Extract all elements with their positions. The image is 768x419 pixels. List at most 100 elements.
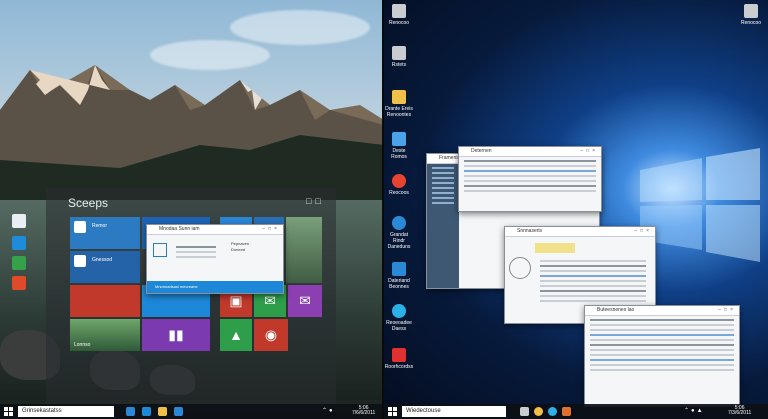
chrome-icon[interactable]: [534, 407, 543, 416]
desktop-icon-store[interactable]: Dateriand Beonnes: [384, 262, 414, 290]
tile-gnessod[interactable]: Gnessod: [70, 251, 140, 283]
taskbar: Wiedectouse ⌃●▲ 5:06 7/3/6/2011: [384, 404, 768, 419]
recycle-bin-icon: [392, 4, 406, 18]
popup-line: Doneed: [231, 247, 246, 252]
desktop-icon[interactable]: [4, 256, 34, 272]
window-title: Deternen: [471, 148, 492, 154]
tile-title: Gnessod: [92, 257, 113, 263]
window-controls[interactable]: –□×: [718, 306, 736, 315]
icon-label: Rstets: [391, 62, 407, 68]
desktop-icon-computer[interactable]: Deste Romos: [384, 132, 414, 160]
detail-window[interactable]: Buteesnenes lao –□×: [584, 305, 740, 407]
app-icon[interactable]: [562, 407, 571, 416]
tray-icons[interactable]: ⌃●: [322, 407, 335, 414]
window-titlebar[interactable]: Deternen –□×: [459, 147, 601, 157]
desktop-icon[interactable]: [4, 236, 34, 252]
chrome-icon: [392, 174, 406, 188]
start-menu-title: Sceeps: [68, 196, 109, 210]
tile-purple[interactable]: ▮▮: [142, 319, 210, 351]
desktop-icon[interactable]: [4, 214, 34, 230]
window-titlebar[interactable]: Snnnaseris –□×: [505, 227, 655, 237]
tray-icons[interactable]: ⌃●▲: [684, 407, 705, 414]
window-title: Buteesnenes lao: [597, 307, 635, 313]
highlight-cell: [535, 243, 575, 253]
tile-people[interactable]: ◉: [254, 319, 288, 351]
icon-label: Deste Romos: [391, 148, 407, 160]
window-controls[interactable]: –□×: [262, 225, 280, 234]
window-titlebar[interactable]: Buteesnenes lao –□×: [585, 306, 739, 316]
desktop-icon-folder[interactable]: Drante Ereis Renoontes: [384, 90, 414, 118]
window-titlebar[interactable]: Mnodaa Sunn iam –□×: [147, 225, 283, 235]
news-icon: ▮▮: [168, 326, 184, 343]
popup-footer[interactable]: Mnonnadsasl mecreane: [147, 281, 283, 293]
icon-label: Dateriand Beonnes: [388, 278, 410, 290]
tile-photo[interactable]: [286, 217, 322, 283]
start-button[interactable]: [4, 407, 13, 416]
desktop-icon-app[interactable]: Roorhcordss: [384, 348, 414, 370]
folder-icon: [392, 90, 406, 104]
table-window[interactable]: Deternen –□×: [458, 146, 602, 212]
edge-icon[interactable]: [548, 407, 557, 416]
photo-icon: [74, 255, 86, 267]
app-icon: [392, 348, 406, 362]
desktop-icon-edge[interactable]: Grandat Rindr Daneduns: [384, 216, 414, 250]
store-icon: ▣: [229, 292, 243, 309]
edge-icon[interactable]: [142, 407, 151, 416]
clock[interactable]: 5:06 7/3/6/2011: [728, 406, 751, 416]
app-icon: ▲: [229, 327, 243, 343]
clock[interactable]: 5:06 7/6/6/2011: [352, 406, 375, 416]
icon-label: Reoeoadee Daess: [386, 320, 412, 332]
tile-message[interactable]: ✉: [288, 285, 322, 317]
window-controls[interactable]: –□×: [580, 147, 598, 156]
date: 7/3/6/2011: [728, 410, 752, 416]
search-box[interactable]: Wiedectouse: [402, 406, 506, 417]
app-icon: [74, 221, 86, 233]
tile-title: Remor: [92, 223, 108, 229]
edge-icon: [392, 304, 406, 318]
desktop-icon-rstets[interactable]: Rstets: [384, 46, 414, 68]
tile-green[interactable]: ▲: [220, 319, 252, 351]
icon-label: Reocoos: [389, 190, 409, 196]
left-desktop: Sceeps □□ Remor Gnessod Lonnso ▣ ✉ ✉ ▮▮ …: [0, 0, 384, 419]
computer-icon: [392, 132, 406, 146]
desktop-icon-browser[interactable]: Reoeoadee Daess: [384, 304, 414, 332]
icon-label: Grandat Rindr Daneduns: [387, 232, 411, 250]
start-button[interactable]: [388, 407, 397, 416]
window-controls[interactable]: –□×: [634, 227, 652, 236]
right-desktop: Renocoo Rstets Drante Ereis Renoontes De…: [384, 0, 768, 419]
start-menu-controls[interactable]: □□: [306, 196, 325, 206]
tile-remor[interactable]: Remor: [70, 217, 140, 249]
message-icon: ✉: [299, 292, 311, 309]
date: 7/6/6/2011: [352, 410, 376, 416]
store-icon: [392, 262, 406, 276]
popup-window[interactable]: Mnodaa Sunn iam –□× Pepnacen Doneed Mnon…: [146, 224, 284, 294]
desktop-icon-chrome[interactable]: Reocoos: [384, 174, 414, 196]
desktop-icon-renocoo[interactable]: Renocoo: [384, 4, 414, 26]
taskbar: Grinsekastatss ⌃● 5:06 7/6/6/2011: [0, 404, 382, 419]
store-icon[interactable]: [174, 407, 183, 416]
shield-icon: [12, 256, 26, 270]
recycle-bin-icon: [744, 4, 758, 18]
window-title: Snnnaseris: [517, 228, 543, 234]
tile-red[interactable]: [70, 285, 140, 317]
people-icon: ◉: [264, 326, 278, 343]
cloud: [230, 10, 370, 45]
task-view-icon[interactable]: [126, 407, 135, 416]
window-title: Mnodaa Sunn iam: [159, 226, 200, 232]
tile-landscape[interactable]: Lonnso: [70, 319, 140, 351]
desktop-icon-top-right[interactable]: Renocoo: [736, 4, 766, 26]
desktop-icon[interactable]: [4, 276, 34, 292]
task-view-icon[interactable]: [520, 407, 529, 416]
recycle-bin-icon: [392, 46, 406, 60]
search-box[interactable]: Grinsekastatss: [18, 406, 114, 417]
sidebar[interactable]: [427, 164, 459, 288]
icon-label: Roorhcordss: [384, 364, 414, 370]
chart-icon: [509, 257, 531, 279]
icon-label: Renocoo: [740, 20, 761, 26]
window-icon: [12, 236, 26, 250]
icon-label: Renocoo: [388, 20, 409, 26]
tile-caption: Lonnso: [74, 342, 91, 348]
icon-label: Drante Ereis Renoontes: [385, 106, 413, 118]
folder-icon[interactable]: [158, 407, 167, 416]
edge-icon: [392, 216, 406, 230]
